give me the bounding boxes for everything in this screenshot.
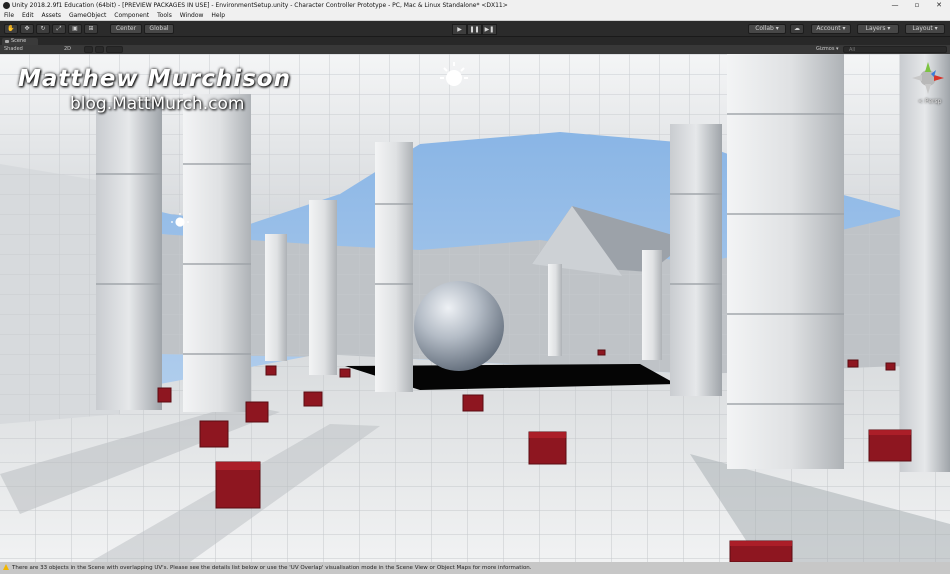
scene-render [0,54,950,562]
menu-edit[interactable]: Edit [22,11,34,21]
pivot-toggle-button[interactable]: Center [110,24,142,34]
menu-bar: File Edit Assets GameObject Component To… [0,11,950,21]
scene-tab-bar: Scene [0,37,950,45]
scene-tab-icon [5,40,9,43]
layers-button[interactable]: Layers ▾ [857,24,899,34]
step-button[interactable]: ▶❚ [482,24,497,35]
account-label: Account ▾ [816,25,846,32]
collab-button[interactable]: Collab ▾ [748,24,786,34]
transform-tool-button[interactable]: ⊞ [84,24,98,34]
effects-dropdown-icon[interactable] [106,46,123,53]
unity-logo-icon [3,2,10,9]
shading-mode-dropdown[interactable]: Shaded [4,45,23,54]
audio-toggle-icon[interactable] [95,46,104,53]
menu-assets[interactable]: Assets [42,11,62,21]
close-button[interactable]: ✕ [928,0,950,11]
play-button[interactable]: ▶ [452,24,467,35]
playback-controls: ▶ ❚❚ ▶❚ [452,24,497,35]
menu-file[interactable]: File [4,11,14,21]
pivot-label: Center [115,25,137,32]
hand-tool-button[interactable]: ✋ [4,24,18,34]
projection-toggle[interactable]: < Persp [918,98,941,105]
layers-label: Layers ▾ [865,25,891,32]
menu-help[interactable]: Help [211,11,225,21]
space-label: Global [149,25,169,32]
menu-window[interactable]: Window [180,11,204,21]
gizmos-dropdown[interactable]: Gizmos ▾ [816,45,839,54]
space-toggle-button[interactable]: Global [144,24,174,34]
layout-label: Layout ▾ [912,25,938,32]
minimize-button[interactable]: — [884,0,906,11]
layout-button[interactable]: Layout ▾ [905,24,945,34]
lighting-toggle-icon[interactable] [84,46,93,53]
menu-tools[interactable]: Tools [157,11,172,21]
rotate-tool-button[interactable]: ↻ [36,24,50,34]
main-toolbar: ✋ ✥ ↻ ⤢ ▣ ⊞ Center Global ▶ ❚❚ ▶❚ Collab… [0,21,950,37]
scale-tool-button[interactable]: ⤢ [52,24,66,34]
scene-viewport[interactable]: Matthew Murchison blog.MattMurch.com < P… [0,54,950,562]
tab-scene-label: Scene [11,38,27,44]
move-tool-button[interactable]: ✥ [20,24,34,34]
chrome-sphere[interactable] [414,281,504,371]
warning-icon [3,564,9,570]
status-message: There are 33 objects in the Scene with o… [12,565,532,571]
pause-button[interactable]: ❚❚ [467,24,482,35]
cloud-icon[interactable]: ☁ [790,24,804,34]
maximize-button[interactable]: ▫ [906,0,928,11]
account-button[interactable]: Account ▾ [811,24,851,34]
window-controls: — ▫ ✕ [884,0,950,11]
watermark-url: blog.MattMurch.com [70,94,245,114]
menu-component[interactable]: Component [114,11,149,21]
menu-gameobject[interactable]: GameObject [69,11,106,21]
scene-view-toolbar: Shaded 2D Gizmos ▾ All [0,45,950,54]
mode-2d-toggle[interactable]: 2D [64,45,71,54]
rect-tool-button[interactable]: ▣ [68,24,82,34]
watermark-name: Matthew Murchison [18,66,291,92]
window-title-bar: Unity 2018.2.9f1 Education (64bit) - [PR… [0,0,950,11]
status-bar[interactable]: There are 33 objects in the Scene with o… [0,562,950,574]
window-title: Unity 2018.2.9f1 Education (64bit) - [PR… [12,2,508,9]
collab-label: Collab ▾ [755,25,779,32]
hierarchy-search-input[interactable]: All [843,46,947,53]
tab-scene[interactable]: Scene [2,38,38,45]
